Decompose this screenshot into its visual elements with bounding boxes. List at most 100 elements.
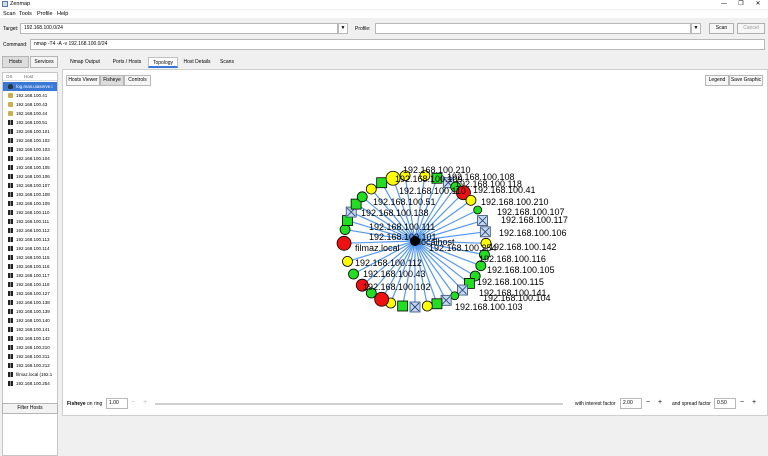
column-os[interactable]: OS: [6, 74, 13, 79]
filter-hosts-button[interactable]: Filter Hosts: [2, 403, 58, 414]
windows-os-icon: [8, 174, 13, 179]
cancel-button[interactable]: Cancel: [737, 23, 765, 34]
host-list-item[interactable]: 192.168.100.118: [3, 280, 57, 289]
ring-decrement-button[interactable]: −: [128, 398, 138, 409]
host-node-red[interactable]: [336, 235, 352, 251]
router-node[interactable]: [376, 177, 388, 189]
host-node-green[interactable]: [339, 224, 351, 235]
menu-help[interactable]: Help: [57, 11, 68, 17]
host-list-item[interactable]: 192.168.100.113: [3, 235, 57, 244]
host-label: 192.168.100.254: [429, 243, 497, 253]
host-label: 192.168.100.43: [363, 269, 426, 279]
profile-dropdown-button[interactable]: ▼: [691, 23, 701, 34]
close-icon[interactable]: ✕: [750, 0, 766, 9]
interest-increment-button[interactable]: +: [655, 398, 665, 409]
menu-tools[interactable]: Tools: [19, 11, 32, 17]
host-list-item[interactable]: 192.168.100.116: [3, 262, 57, 271]
chevron-down-icon: ▼: [340, 25, 346, 31]
windows-os-icon: [8, 156, 13, 161]
windows-os-icon: [8, 192, 13, 197]
host-list-item[interactable]: 192.168.100.101: [3, 127, 57, 136]
host-name: 192.168.100.107: [16, 183, 50, 188]
host-list-item[interactable]: 192.168.100.139: [3, 307, 57, 316]
host-list-item[interactable]: 192.168.100.112: [3, 226, 57, 235]
host-name: 192.168.100.127: [16, 291, 50, 296]
tab-nmap-output[interactable]: Nmap Output: [64, 57, 106, 68]
host-list-item[interactable]: filmaz.local (192.1: [3, 370, 57, 379]
host-list-item[interactable]: 192.168.100.127: [3, 289, 57, 298]
ring-input[interactable]: 1.00: [106, 398, 128, 409]
host-list-item[interactable]: 192.168.100.109: [3, 199, 57, 208]
host-node-green[interactable]: [356, 191, 368, 203]
host-label: 192.168.100.103: [455, 302, 523, 312]
host-list-item[interactable]: 192.168.100.114: [3, 244, 57, 253]
tab-host-details[interactable]: Host Details: [180, 57, 214, 68]
host-node-red[interactable]: [374, 291, 390, 307]
host-list-item[interactable]: 192.168.100.115: [3, 253, 57, 262]
host-list-item[interactable]: 192.168.100.210: [3, 343, 57, 352]
host-list-item[interactable]: 192.168.100.140: [3, 316, 57, 325]
interest-decrement-button[interactable]: −: [643, 398, 653, 409]
tab-services[interactable]: Services: [30, 56, 58, 68]
host-list-item[interactable]: 192.168.100.142: [3, 334, 57, 343]
target-input[interactable]: 192.168.100.0/24: [20, 23, 338, 34]
spread-factor-input[interactable]: 0.50: [714, 398, 736, 409]
host-list-item[interactable]: 192.168.100.117: [3, 271, 57, 280]
tab-ports-hosts[interactable]: Ports / Hosts: [107, 57, 147, 68]
target-dropdown-button[interactable]: ▼: [338, 23, 348, 34]
host-node-green[interactable]: [348, 268, 359, 280]
ring-increment-button[interactable]: +: [140, 398, 150, 409]
column-host[interactable]: Host: [24, 74, 33, 79]
host-list-item[interactable]: 192.168.100.102: [3, 136, 57, 145]
host-list-item[interactable]: 192.168.100.44: [3, 109, 57, 118]
fisheye-on-ring-label: on ring: [87, 401, 103, 407]
host-list-item[interactable]: 192.168.100.110: [3, 208, 57, 217]
host-list-item[interactable]: 192.168.100.111: [3, 217, 57, 226]
windows-os-icon: [8, 381, 13, 386]
host-list-item[interactable]: 192.168.100.103: [3, 145, 57, 154]
host-list-item[interactable]: 192.168.100.104: [3, 154, 57, 163]
host-list-item[interactable]: 192.168.100.254: [3, 379, 57, 388]
host-list-item[interactable]: 192.168.100.51: [3, 118, 57, 127]
host-list-item[interactable]: fog.mas.uiaserve.i: [3, 82, 57, 91]
menu-scan[interactable]: Scan: [3, 11, 16, 17]
tab-topology[interactable]: Topology: [148, 57, 178, 68]
scan-button[interactable]: Scan: [709, 23, 734, 34]
host-list-item[interactable]: 192.168.100.108: [3, 190, 57, 199]
host-node-green[interactable]: [450, 291, 460, 301]
host-name: 192.168.100.254: [16, 381, 50, 386]
host-list-item[interactable]: 192.168.100.105: [3, 163, 57, 172]
host-list-item[interactable]: 192.168.100.43: [3, 100, 57, 109]
host-name: filmaz.local (192.1: [16, 372, 53, 377]
host-node-yellow[interactable]: [342, 255, 353, 267]
unknown-os-icon: [8, 111, 13, 116]
profile-input[interactable]: [375, 23, 691, 34]
windows-os-icon: [8, 336, 13, 341]
command-input[interactable]: nmap -T4 -A -v 192.168.100.0/24: [30, 39, 765, 50]
spread-decrement-button[interactable]: −: [737, 398, 747, 409]
router-node[interactable]: [397, 300, 409, 312]
host-list-item[interactable]: 192.168.100.107: [3, 181, 57, 190]
host-node-yellow[interactable]: [465, 194, 477, 206]
minimize-icon[interactable]: —: [716, 0, 732, 9]
host-list-item[interactable]: 192.168.100.138: [3, 298, 57, 307]
host-node-yellow[interactable]: [421, 300, 433, 312]
host-list-item[interactable]: 192.168.100.212: [3, 361, 57, 370]
ring-slider[interactable]: [155, 403, 563, 405]
spread-increment-button[interactable]: +: [749, 398, 759, 409]
tab-hosts[interactable]: Hosts: [2, 56, 29, 68]
tab-scans[interactable]: Scans: [216, 57, 238, 68]
radial-topology-graph[interactable]: localhost192.168.100.108192.168.100.1181…: [63, 70, 768, 396]
maximize-icon[interactable]: ❐: [733, 0, 749, 9]
interest-factor-input[interactable]: 2.00: [620, 398, 642, 409]
host-node-green[interactable]: [473, 205, 483, 215]
host-list-item[interactable]: 192.168.100.41: [3, 91, 57, 100]
target-label: Target:: [3, 26, 19, 32]
host-name: 192.168.100.113: [16, 237, 50, 242]
host-list-item[interactable]: 192.168.100.211: [3, 352, 57, 361]
host-list-item[interactable]: 192.168.100.106: [3, 172, 57, 181]
host-node-yellow[interactable]: [365, 183, 377, 195]
host-list-item[interactable]: 192.168.100.141: [3, 325, 57, 334]
menu-profile[interactable]: Profile: [37, 11, 53, 17]
router-node[interactable]: [431, 298, 443, 310]
